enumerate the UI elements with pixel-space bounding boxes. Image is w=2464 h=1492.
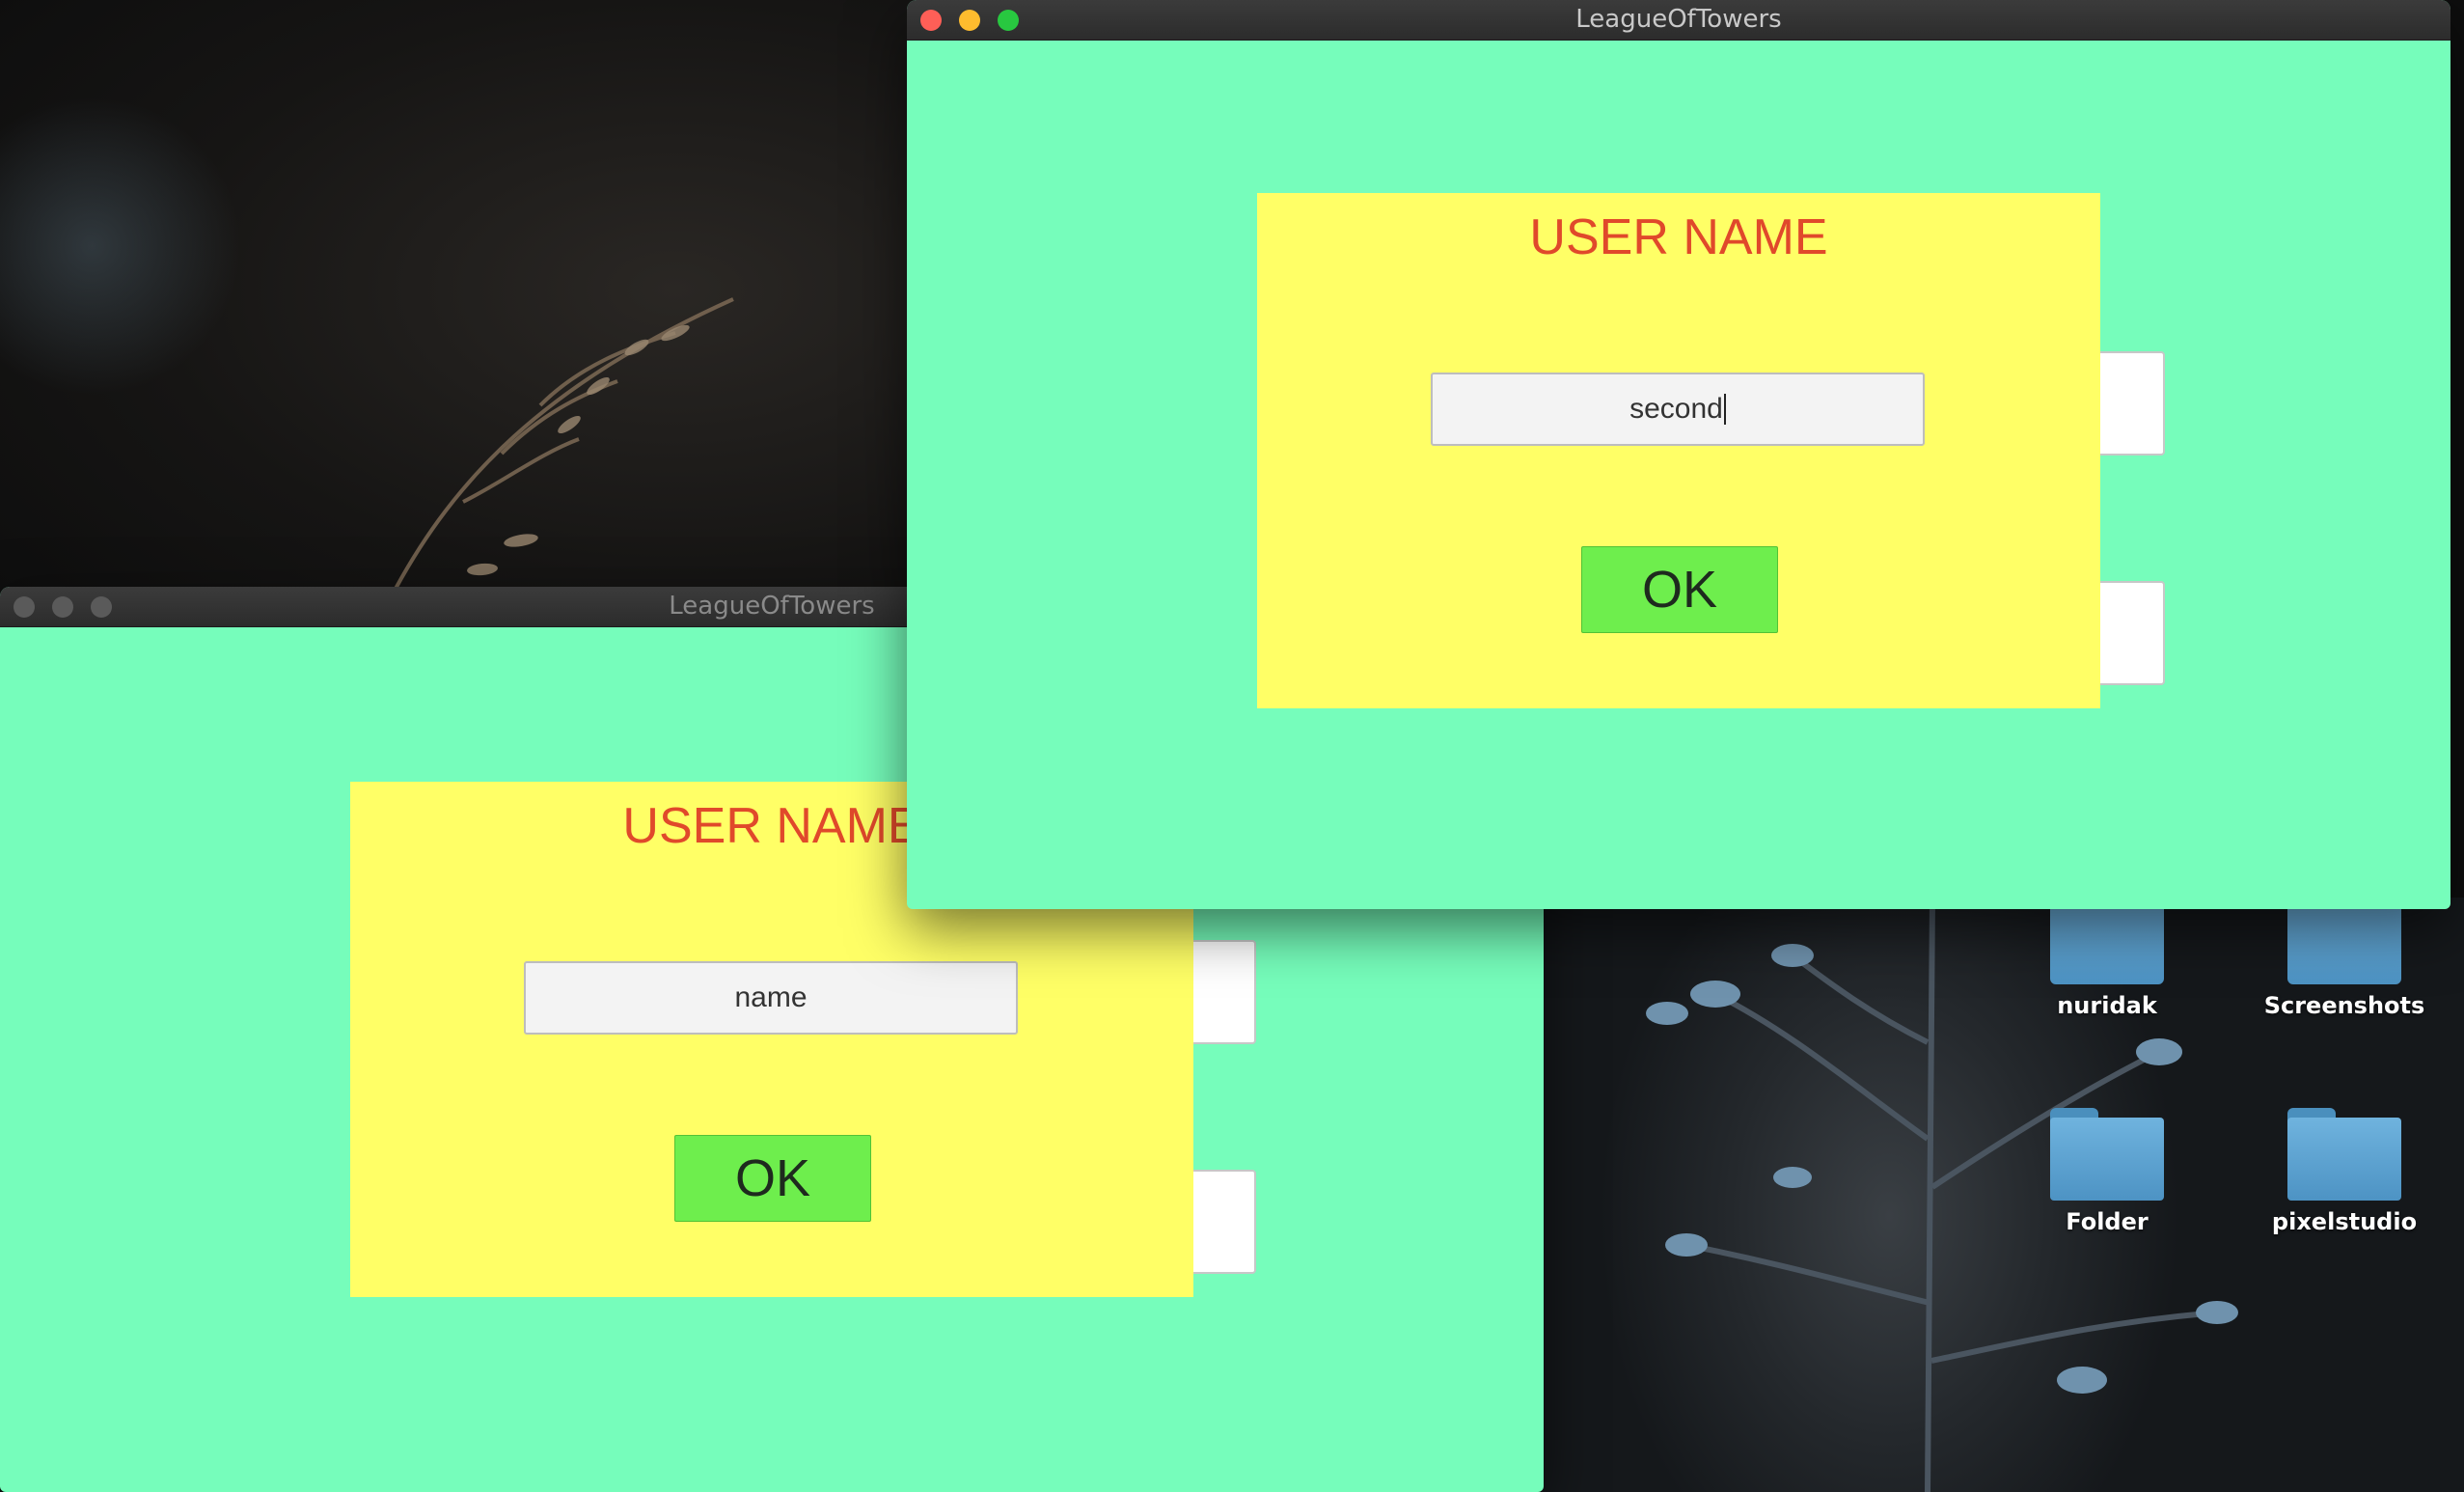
app-window-front[interactable]: LeagueOfTowers USER NAME second OK (907, 0, 2450, 909)
username-input-value: second (1629, 393, 1723, 425)
ok-button[interactable]: OK (674, 1135, 871, 1222)
desktop-folder-label: Screenshots (2263, 992, 2425, 1019)
desktop-folder-screenshots[interactable]: Screenshots (2258, 898, 2431, 1019)
folder-icon (2287, 898, 2401, 984)
text-cursor (1723, 394, 1726, 425)
window-title: LeagueOfTowers (1575, 5, 1782, 34)
folder-icon (2050, 898, 2164, 984)
folder-icon (2050, 1108, 2164, 1201)
username-input[interactable] (524, 961, 1018, 1035)
background-text-field[interactable] (1191, 1170, 1256, 1274)
background-text-field[interactable] (2099, 351, 2165, 456)
panel-heading: USER NAME (1529, 209, 1828, 265)
desktop-folder-folder[interactable]: Folder (2020, 1108, 2194, 1235)
folder-icon (2287, 1108, 2401, 1201)
background-text-field[interactable] (1191, 940, 1256, 1044)
desktop-folder-pixelstudio[interactable]: pixelstudio (2258, 1108, 2431, 1235)
username-panel: USER NAME second OK (1257, 193, 2100, 708)
ok-button[interactable]: OK (1581, 546, 1778, 633)
desktop-folder-label: pixelstudio (2271, 1208, 2418, 1235)
desktop-folder-nuridak[interactable]: nuridak (2020, 898, 2194, 1019)
desktop-folder-label: Folder (2066, 1208, 2149, 1235)
desktop-folder-label: nuridak (2057, 992, 2157, 1019)
window-titlebar[interactable]: LeagueOfTowers (907, 0, 2450, 41)
background-text-field[interactable] (2099, 581, 2165, 685)
username-input[interactable]: second (1431, 373, 1925, 446)
